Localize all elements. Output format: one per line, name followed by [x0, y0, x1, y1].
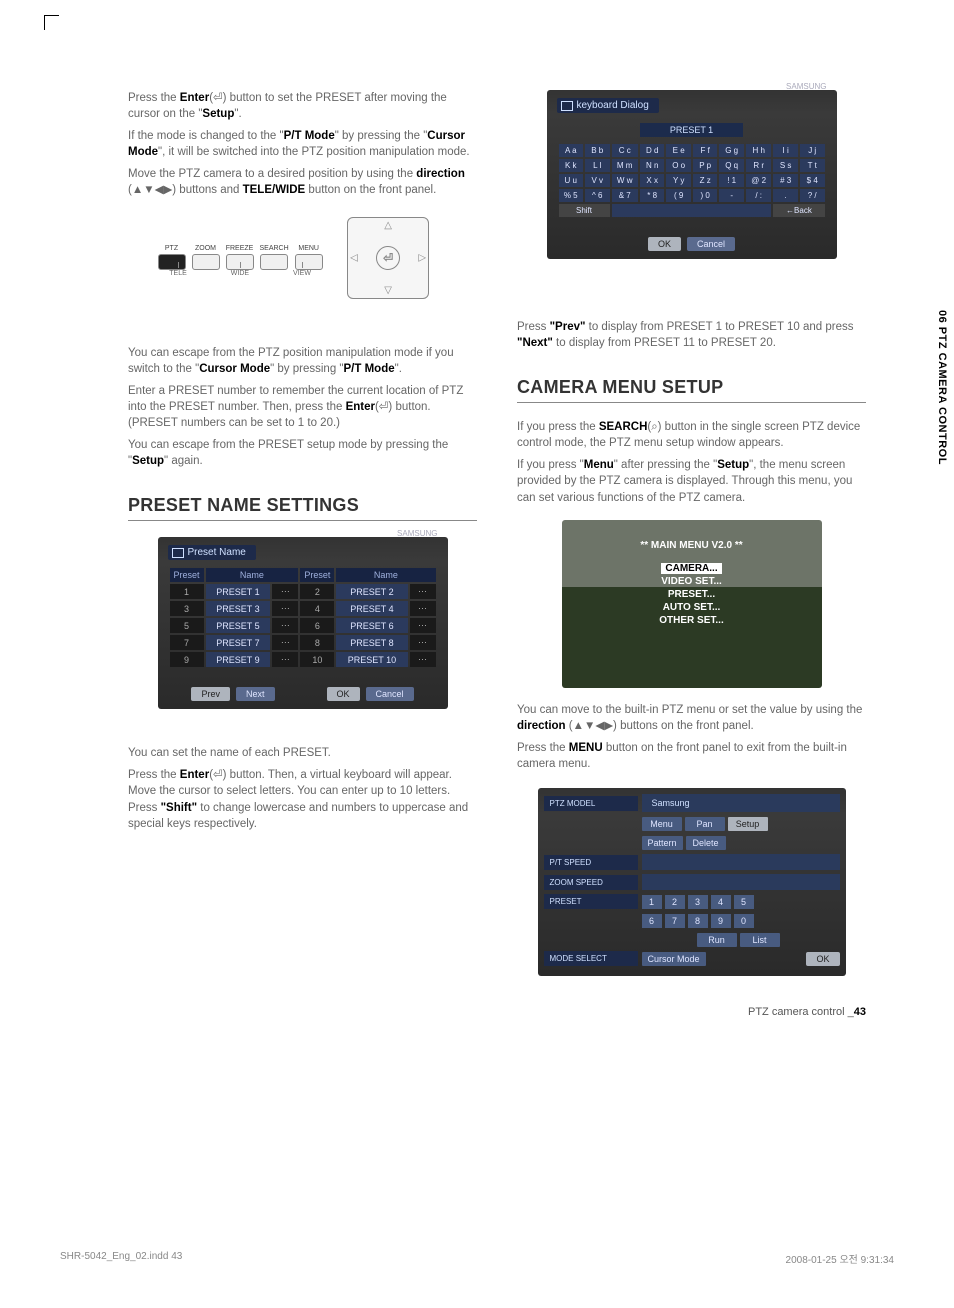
- footer: SHR-5042_Eng_02.indd 43 2008-01-25 오전 9:…: [60, 1251, 894, 1266]
- cancel-button[interactable]: Cancel: [687, 237, 735, 251]
- right-column: keyboard Dialog SAMSUNG PRESET 1 A aB bC…: [517, 90, 866, 976]
- brand-label: SAMSUNG: [397, 529, 437, 538]
- panel-title: keyboard Dialog: [557, 98, 659, 113]
- camera-menu-item[interactable]: PRESET...: [562, 589, 822, 600]
- direction-pad-icon: △▽◁▷: [347, 217, 429, 299]
- list-chip[interactable]: List: [740, 933, 780, 947]
- next-button[interactable]: Next: [236, 687, 275, 701]
- pattern-chip[interactable]: Pattern: [642, 836, 683, 850]
- heading-rule: [128, 520, 477, 521]
- dvr-panel-illustration: PTZ ZOOM FREEZE SEARCH MENU TELE WIDE VI…: [158, 211, 448, 305]
- crop-mark: [44, 15, 59, 30]
- paragraph: Press the MENU button on the front panel…: [517, 740, 866, 772]
- delete-chip[interactable]: Delete: [686, 836, 726, 850]
- paragraph: If you press the SEARCH(⌕) button in the…: [517, 419, 866, 451]
- zoom-speed-slider[interactable]: [642, 874, 840, 890]
- panel-title: Preset Name: [168, 545, 256, 560]
- paragraph: You can set the name of each PRESET.: [128, 745, 477, 761]
- paragraph: Press the Enter(⏎) button. Then, a virtu…: [128, 767, 477, 831]
- heading-preset-name-settings: PRESET NAME SETTINGS: [128, 495, 477, 516]
- camera-menu-screenshot: ** MAIN MENU V2.0 ** CAMERA... VIDEO SET…: [562, 520, 822, 688]
- keyboard-dialog-panel: keyboard Dialog SAMSUNG PRESET 1 A aB bC…: [547, 90, 837, 259]
- prev-button[interactable]: Prev: [191, 687, 230, 701]
- side-tab-label: 06 PTZ CAMERA CONTROL: [936, 310, 948, 465]
- camera-menu-item[interactable]: VIDEO SET...: [562, 576, 822, 587]
- camera-menu-item-selected[interactable]: CAMERA...: [661, 563, 721, 574]
- left-column: Press the Enter(⏎) button to set the PRE…: [128, 90, 477, 976]
- brand-label: SAMSUNG: [786, 82, 826, 91]
- paragraph: Enter a PRESET number to remember the cu…: [128, 383, 477, 431]
- menu-chip[interactable]: Menu: [642, 817, 682, 831]
- page-number: PTZ camera control _43: [128, 1006, 866, 1018]
- paragraph: You can move to the built-in PTZ menu or…: [517, 702, 866, 734]
- keyboard-preset-field: PRESET 1: [640, 123, 743, 137]
- mode-select-value[interactable]: Cursor Mode: [642, 952, 706, 966]
- paragraph: If the mode is changed to the "P/T Mode"…: [128, 128, 477, 160]
- ptz-control-panel: PTZ MODEL Samsung . Menu Pan Setup . Pat…: [538, 788, 846, 976]
- preset-table: PresetName PresetName 1PRESET 1⋯2PRESET …: [168, 566, 438, 669]
- footer-file: SHR-5042_Eng_02.indd 43: [60, 1251, 182, 1266]
- paragraph: Press "Prev" to display from PRESET 1 to…: [517, 319, 866, 351]
- back-key: ←Back: [773, 204, 824, 217]
- paragraph: If you press "Menu" after pressing the "…: [517, 457, 866, 505]
- shift-key: Shift: [559, 204, 610, 217]
- preset-name-panel: Preset Name SAMSUNG PresetName PresetNam…: [158, 537, 448, 709]
- footer-timestamp: 2008-01-25 오전 9:31:34: [786, 1251, 894, 1266]
- paragraph: Move the PTZ camera to a desired positio…: [128, 166, 477, 198]
- paragraph: You can escape from the PTZ position man…: [128, 345, 477, 377]
- camera-menu-item[interactable]: OTHER SET...: [562, 615, 822, 626]
- camera-menu-item[interactable]: AUTO SET...: [562, 602, 822, 613]
- heading-rule: [517, 402, 866, 403]
- ok-button[interactable]: OK: [327, 687, 360, 701]
- paragraph: Press the Enter(⏎) button to set the PRE…: [128, 90, 477, 122]
- paragraph: You can escape from the PRESET setup mod…: [128, 437, 477, 469]
- ok-button[interactable]: OK: [648, 237, 681, 251]
- setup-chip[interactable]: Setup: [728, 817, 768, 831]
- pan-chip[interactable]: Pan: [685, 817, 725, 831]
- heading-camera-menu-setup: CAMERA MENU SETUP: [517, 377, 866, 398]
- page-content: Press the Enter(⏎) button to set the PRE…: [128, 90, 866, 1018]
- pt-speed-slider[interactable]: [642, 854, 840, 870]
- run-chip[interactable]: Run: [697, 933, 737, 947]
- virtual-keyboard[interactable]: A aB bC cD dE eF fG gH hI iJ j K kL lM m…: [557, 142, 827, 219]
- ok-button[interactable]: OK: [806, 952, 839, 966]
- cancel-button[interactable]: Cancel: [366, 687, 414, 701]
